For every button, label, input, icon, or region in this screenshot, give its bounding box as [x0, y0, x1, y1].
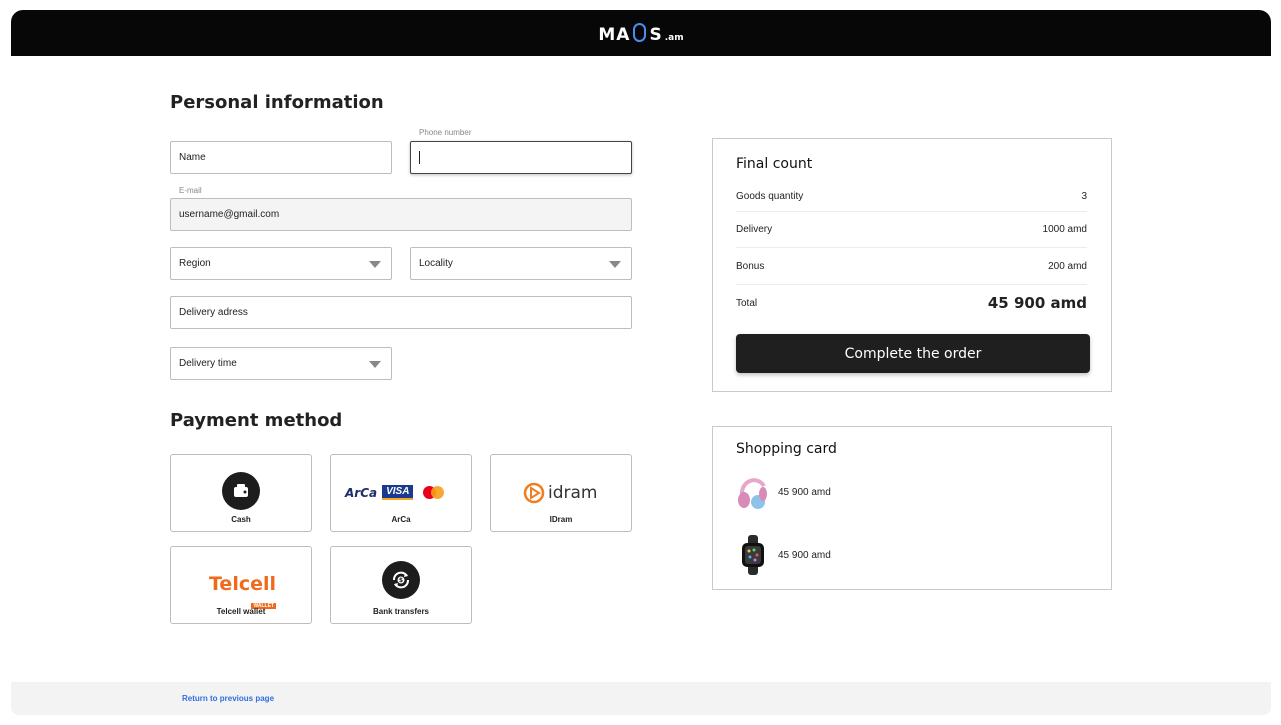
arca-logo: ArCa	[345, 485, 378, 500]
summary-row-bonus: Bonus 200 amd	[736, 261, 1087, 272]
bank-transfer-icon: $	[382, 561, 420, 599]
personal-info-title: Personal information	[170, 92, 384, 113]
shopping-cart-card: Shopping card 45 900 amd 45 900 amd	[712, 426, 1112, 590]
complete-order-button[interactable]: Complete the order	[736, 334, 1090, 373]
payment-option-label: IDram	[549, 515, 573, 524]
logo-text-right: S	[649, 25, 663, 45]
chevron-down-icon	[609, 260, 621, 268]
checkout-page: MA S .am Personal information Name Phone…	[0, 0, 1281, 725]
text-caret	[419, 151, 420, 164]
summary-row-total: Total 45 900 amd	[736, 294, 1087, 312]
svg-text:$: $	[399, 577, 403, 584]
chevron-down-icon	[369, 260, 381, 268]
payment-method-title: Payment method	[170, 410, 343, 431]
chevron-down-icon	[369, 360, 381, 368]
cart-item[interactable]: 45 900 amd	[736, 535, 831, 575]
summary-row-goods-quantity: Goods quantity 3	[736, 191, 1087, 202]
payment-option-arca[interactable]: ArCa VISA ArCa	[330, 454, 472, 532]
payment-option-label: Telcell wallet	[216, 607, 266, 616]
logo-tld: .am	[664, 33, 684, 43]
summary-row-label: Delivery	[736, 224, 773, 235]
delivery-time-select[interactable]: Delivery time	[170, 347, 392, 380]
summary-row-value: 3	[1081, 191, 1087, 202]
summary-row-label: Bonus	[736, 261, 765, 272]
payment-option-label: Cash	[231, 515, 251, 524]
site-logo[interactable]: MA S .am	[598, 21, 684, 45]
payment-option-label: Bank transfers	[372, 607, 430, 616]
headphones-thumbnail	[736, 472, 770, 512]
name-placeholder: Name	[179, 152, 206, 163]
mastercard-icon	[423, 485, 445, 500]
idram-logo: idram	[523, 482, 597, 504]
summary-row-value: 200 amd	[1048, 261, 1087, 272]
payment-option-telcell[interactable]: Telcell WALLET Telcell wallet	[170, 546, 312, 624]
arca-visa-mastercard-logos: ArCa VISA	[345, 485, 445, 500]
email-field[interactable]: username@gmail.com	[170, 198, 632, 231]
summary-row-delivery: Delivery 1000 amd	[736, 224, 1087, 235]
payment-option-cash[interactable]: Cash	[170, 454, 312, 532]
payment-option-idram[interactable]: idram IDram	[490, 454, 632, 532]
final-count-title: Final count	[736, 156, 813, 172]
locality-select[interactable]: Locality	[410, 247, 632, 280]
top-bar: MA S .am	[11, 10, 1271, 56]
summary-row-value: 1000 amd	[1042, 224, 1087, 235]
footer: Return to previous page	[11, 682, 1271, 715]
idram-logo-text: idram	[548, 483, 598, 503]
idram-mark-icon	[523, 482, 545, 504]
cart-item-price: 45 900 amd	[778, 486, 831, 498]
return-to-previous-page-link[interactable]: Return to previous page	[182, 694, 274, 703]
total-label: Total	[736, 297, 758, 309]
divider	[736, 247, 1087, 248]
telcell-logo-text: Telcell	[209, 573, 277, 595]
divider	[736, 284, 1087, 285]
smartwatch-thumbnail	[736, 535, 770, 575]
mouse-logo-icon	[633, 23, 647, 42]
cart-item-price: 45 900 amd	[778, 549, 831, 561]
final-count-card: Final count Goods quantity 3 Delivery 10…	[712, 138, 1112, 392]
payment-option-bank-transfers[interactable]: $ Bank transfers	[330, 546, 472, 624]
summary-row-label: Goods quantity	[736, 191, 804, 202]
logo-text-left: MA	[598, 25, 631, 45]
phone-label: Phone number	[419, 128, 472, 137]
email-value: username@gmail.com	[179, 209, 280, 220]
locality-value: Locality	[419, 258, 453, 269]
email-label: E-mail	[179, 186, 202, 195]
wallet-icon	[222, 472, 260, 510]
region-select[interactable]: Region	[170, 247, 392, 280]
total-value: 45 900 amd	[987, 294, 1087, 312]
visa-logo: VISA	[382, 485, 414, 500]
phone-field[interactable]	[410, 141, 632, 174]
delivery-address-placeholder: Delivery adress	[179, 307, 248, 318]
cart-item[interactable]: 45 900 amd	[736, 472, 831, 512]
region-value: Region	[179, 258, 211, 269]
name-field[interactable]: Name	[170, 141, 392, 174]
shopping-cart-title: Shopping card	[736, 441, 837, 457]
payment-option-label: ArCa	[391, 515, 411, 524]
divider	[736, 211, 1087, 212]
delivery-time-value: Delivery time	[179, 358, 237, 369]
delivery-address-field[interactable]: Delivery adress	[170, 296, 632, 329]
